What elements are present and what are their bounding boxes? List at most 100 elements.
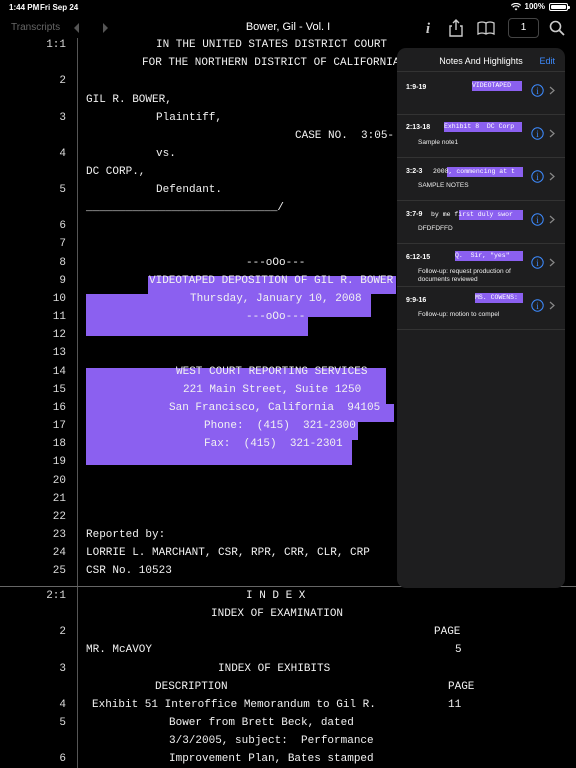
chevron-right-icon[interactable] [549,86,555,95]
wifi-icon [510,2,521,10]
note-snippet: VIDEOTAPED [472,81,522,91]
page-line-label: 1:1 [46,39,66,51]
line-text: San Francisco, California 94105 [169,402,381,414]
line-text: Plaintiff, [156,112,223,124]
line-text: _____________________________/ [86,202,285,214]
line-text: DESCRIPTION [155,681,228,693]
chevron-right-icon[interactable] [549,258,555,267]
battery-icon [549,2,570,11]
status-right: 100% [510,2,570,11]
chevron-right-icon[interactable] [549,172,555,181]
note-snippet: 2008, commencing at t [433,167,523,177]
line-number: 2 [59,75,66,87]
edit-button[interactable]: Edit [539,56,555,66]
notes-highlights-panel: Notes And Highlights Edit 1:9-19 VIDEOTA… [397,48,565,588]
share-icon[interactable] [446,18,466,38]
note-item[interactable]: 3:2-3 2008, commencing at t SAMPLE NOTES… [397,158,565,201]
info-icon[interactable]: i [531,84,544,97]
line-text: Improvement Plan, Bates stamped [169,753,374,765]
line-number: 5 [59,184,66,196]
note-snippet: Q. Sir, "yes" [455,251,523,261]
line-number: 25 [52,565,66,577]
transcript-line: 6 Improvement Plan, Bates stamped [0,752,576,768]
note-text: SAMPLE NOTES [418,182,469,189]
line-text: Fax: (415) 321-2301 [204,438,343,450]
note-item[interactable]: 9:9-16 MS. COWENS: Follow-up: motion to … [397,287,565,330]
note-reference: 9:9-16 [406,297,427,304]
status-date: Fri Sep 24 [40,3,79,12]
line-text: PAGE [448,681,475,693]
line-text: GIL R. BOWER, [86,94,172,106]
line-text: 5 [455,644,462,656]
line-text: PAGE [434,626,461,638]
line-number: 12 [52,329,66,341]
line-number: 23 [52,529,66,541]
line-text: Thursday, January 10, 2008 [190,293,362,305]
info-icon[interactable]: i [531,299,544,312]
svg-text:i: i [536,215,539,225]
line-number: 15 [52,384,66,396]
chevron-right-icon[interactable] [549,129,555,138]
line-text: VIDEOTAPED DEPOSITION OF GIL R. BOWER [149,275,394,287]
line-text: I N D E X [246,590,306,602]
page-line-label: 2:1 [46,590,66,602]
transcript-line: DESCRIPTION PAGE [0,680,576,698]
chevron-right-icon[interactable] [549,215,555,224]
line-number: 14 [52,366,66,378]
line-number: 22 [52,511,66,523]
transcript-line: 5 Bower from Brett Beck, dated [0,716,576,734]
info-icon[interactable]: i [531,213,544,226]
chevron-right-icon[interactable] [549,301,555,310]
svg-text:i: i [536,129,539,139]
line-text: Defendant. [156,184,223,196]
line-text: IN THE UNITED STATES DISTRICT COURT [156,39,388,51]
transcript-line: 3 INDEX OF EXHIBITS [0,662,576,680]
line-number: 18 [52,438,66,450]
transcript-line: 2:1 I N D E X [0,589,576,607]
line-number: 4 [59,699,66,711]
info-icon[interactable]: i [531,256,544,269]
line-number: 24 [52,547,66,559]
note-reference: 1:9-19 [406,84,427,91]
line-number: 11 [52,311,66,323]
line-text: INDEX OF EXAMINATION [211,608,344,620]
note-item[interactable]: 1:9-19 VIDEOTAPED i [397,72,565,115]
transcript-line: 2 PAGE [0,625,576,643]
note-item[interactable]: 2:13-18 Exhibit 8 DC Corp Sample note1 i [397,115,565,158]
line-number: 3 [59,112,66,124]
status-bar: 1:44 PM Fri Sep 24 100% [0,0,576,14]
note-snippet: Exhibit 8 DC Corp [444,122,522,132]
line-text: DC CORP., [86,166,146,178]
line-text: FOR THE NORTHERN DISTRICT OF CALIFORNIA [142,57,400,69]
line-text: ---oOo--- [246,311,306,323]
line-number: 10 [52,293,66,305]
search-icon[interactable] [547,18,567,38]
page-number-field[interactable]: 1 [508,18,539,38]
line-text: Reported by: [86,529,166,541]
line-text: Exhibit 51 Interoffice Memorandum to Gil… [92,699,376,711]
svg-text:i: i [536,301,539,311]
book-icon[interactable] [476,18,496,38]
battery-percent: 100% [524,2,545,11]
line-text: WEST COURT REPORTING SERVICES [176,366,368,378]
line-number: 16 [52,402,66,414]
line-number: 20 [52,475,66,487]
info-icon[interactable]: i [418,18,438,38]
line-number: 19 [52,456,66,468]
note-item[interactable]: 3:7-9 by me first duly swor DFDFDFFD i [397,201,565,244]
note-reference: 3:7-9 [406,211,423,218]
line-number: 2 [59,626,66,638]
svg-text:i: i [536,258,539,268]
line-number: 7 [59,238,66,250]
note-item[interactable]: 6:12-15 Q. Sir, "yes" Follow-up: request… [397,244,565,287]
line-text: MR. McAVOY [86,644,153,656]
status-time: 1:44 PM [9,3,40,12]
line-text: Bower from Brett Beck, dated [169,717,354,729]
note-text: Follow-up: motion to compel [418,311,500,318]
line-text: LORRIE L. MARCHANT, CSR, RPR, CRR, CLR, … [86,547,370,559]
transcript-line: MR. McAVOY 5 [0,643,576,661]
info-icon[interactable]: i [531,170,544,183]
line-text: 221 Main Street, Suite 1250 [183,384,362,396]
info-icon[interactable]: i [531,127,544,140]
line-number: 6 [59,753,66,765]
